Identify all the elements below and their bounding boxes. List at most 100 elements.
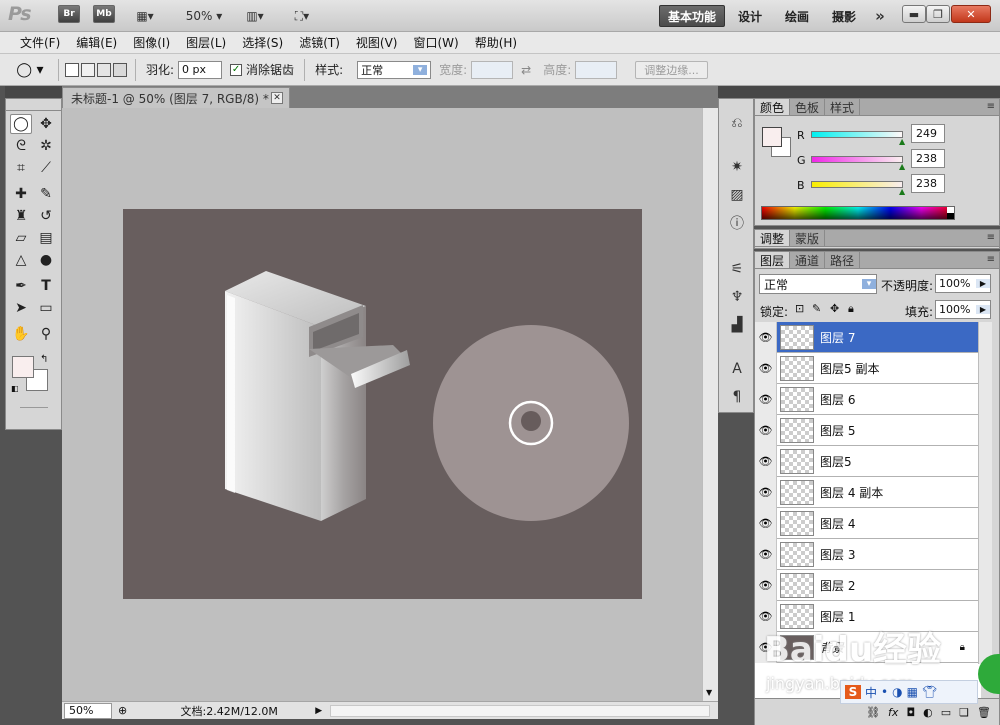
layer-row[interactable]: 👁︎ 图层 2 <box>755 569 979 601</box>
new-layer-icon[interactable]: ❏ <box>959 706 969 719</box>
marquee-tool-icon[interactable]: ◯ <box>10 114 32 134</box>
antialias-checkbox[interactable]: ✓ <box>230 63 243 76</box>
blue-channel-value[interactable]: 238 <box>911 174 945 193</box>
dodge-tool-icon[interactable]: ● <box>35 250 57 270</box>
restore-button[interactable]: ❐ <box>926 5 950 23</box>
green-slider-thumb-icon[interactable]: ▲ <box>899 162 905 171</box>
toolbar-grip[interactable] <box>5 98 62 110</box>
layer-style-icon[interactable]: fx <box>888 706 898 719</box>
tab-layers[interactable]: 图层 <box>755 252 791 268</box>
scroll-down-icon[interactable]: ▼ <box>706 688 712 697</box>
bridge-button[interactable]: Br <box>58 5 80 23</box>
toolbar-header[interactable] <box>5 86 62 98</box>
fill-arrow-icon[interactable]: ▶ <box>976 305 990 314</box>
layer-row[interactable]: 👁︎ 图层 5 <box>755 414 979 446</box>
tool-preset-picker[interactable]: ◯ ▾ <box>8 58 52 82</box>
brushes-panel-icon[interactable]: ⚟ <box>726 259 748 279</box>
menu-file[interactable]: 文件(F) <box>12 34 68 51</box>
visibility-eye-icon[interactable]: 👁︎ <box>755 538 777 570</box>
new-selection-icon[interactable] <box>65 62 79 77</box>
lock-all-icon[interactable]: 🔒︎ <box>848 302 854 316</box>
red-channel-slider[interactable] <box>811 131 903 138</box>
visibility-eye-icon[interactable]: 👁︎ <box>755 476 777 508</box>
add-mask-icon[interactable]: ◘ <box>906 706 915 719</box>
gradient-tool-icon[interactable]: ▤ <box>35 228 57 248</box>
ime-skin-icon[interactable]: 👕︎ <box>922 685 937 699</box>
layer-row[interactable]: 👁︎ 图层 4 <box>755 507 979 539</box>
opacity-arrow-icon[interactable]: ▶ <box>976 279 990 288</box>
histogram-panel-icon[interactable]: ▨ <box>726 185 748 205</box>
delete-layer-icon[interactable]: 🗑︎ <box>977 706 991 719</box>
history-brush-tool-icon[interactable]: ↺ <box>35 206 57 226</box>
shape-tool-icon[interactable]: ▭ <box>35 298 57 318</box>
history-panel-icon[interactable]: ⎌ <box>726 113 748 133</box>
document-vertical-scrollbar[interactable]: ▼ <box>702 108 718 701</box>
mini-bridge-button[interactable]: Mb <box>93 5 115 23</box>
status-info-icon[interactable]: ⊕ <box>118 704 127 717</box>
pen-tool-icon[interactable]: ✒ <box>10 276 32 296</box>
height-input[interactable] <box>575 60 618 79</box>
workspace-essentials[interactable]: 基本功能 <box>659 5 726 27</box>
tab-masks[interactable]: 蒙版 <box>790 230 826 246</box>
layer-row[interactable]: 👁︎ 图层 6 <box>755 383 979 415</box>
color-spectrum-ramp[interactable] <box>761 206 955 220</box>
zoom-tool-icon[interactable]: ⚲ <box>35 324 57 344</box>
minimize-button[interactable]: ▬ <box>902 5 926 23</box>
red-slider-thumb-icon[interactable]: ▲ <box>899 137 905 146</box>
workspace-painting[interactable]: 绘画 <box>777 5 817 27</box>
type-tool-icon[interactable]: T <box>35 276 57 296</box>
tab-paths[interactable]: 路径 <box>825 252 861 268</box>
foreground-color-swatch-top[interactable] <box>12 356 34 378</box>
tool-presets-panel-icon[interactable]: ▟ <box>726 315 748 335</box>
paragraph-panel-icon[interactable]: ¶ <box>726 387 748 407</box>
red-channel-value[interactable]: 249 <box>911 124 945 143</box>
tab-color[interactable]: 颜色 <box>755 99 791 115</box>
document-close-icon[interactable]: ✕ <box>271 92 283 104</box>
menu-layer[interactable]: 图层(L) <box>178 34 234 51</box>
blend-mode-select[interactable]: 正常 ▾ <box>759 274 877 294</box>
opacity-field[interactable]: 100% ▶ <box>935 274 991 293</box>
default-colors-icon[interactable]: ◧ <box>11 384 19 393</box>
lasso-tool-icon[interactable]: ᘓ <box>10 136 32 156</box>
layer-row[interactable]: 👁︎ 图层5 <box>755 445 979 477</box>
visibility-eye-icon[interactable]: 👁︎ <box>755 352 777 384</box>
path-selection-tool-icon[interactable]: ➤ <box>10 298 32 318</box>
add-selection-icon[interactable] <box>81 62 95 77</box>
ime-width-icon[interactable]: ◑ <box>892 685 902 699</box>
menu-select[interactable]: 选择(S) <box>234 34 291 51</box>
visibility-eye-icon[interactable]: 👁︎ <box>755 445 777 477</box>
layers-scrollbar[interactable] <box>978 322 992 664</box>
panel-menu-icon[interactable]: ≡ <box>987 101 995 112</box>
magic-wand-tool-icon[interactable]: ✲ <box>35 136 57 156</box>
menu-image[interactable]: 图像(I) <box>125 34 178 51</box>
blur-tool-icon[interactable]: △ <box>10 250 32 270</box>
feather-input[interactable]: 0 px <box>178 60 223 79</box>
link-layers-icon[interactable]: ⛓ <box>866 706 880 719</box>
refine-edge-button[interactable]: 调整边缘... <box>635 60 708 79</box>
lock-transparency-icon[interactable]: ⊡ <box>795 302 804 315</box>
eraser-tool-icon[interactable]: ▱ <box>10 228 32 248</box>
new-group-icon[interactable]: ▭ <box>941 706 951 719</box>
intersect-selection-icon[interactable] <box>113 62 127 77</box>
blue-channel-slider[interactable] <box>811 181 903 188</box>
menu-edit[interactable]: 编辑(E) <box>68 34 125 51</box>
green-channel-value[interactable]: 238 <box>911 149 945 168</box>
tab-styles[interactable]: 样式 <box>825 99 861 115</box>
close-button[interactable]: ✕ <box>951 5 991 23</box>
info-panel-icon[interactable]: ⓘ <box>726 213 748 233</box>
layer-row[interactable]: 👁︎ 图层 4 副本 <box>755 476 979 508</box>
lock-position-icon[interactable]: ✥ <box>830 302 839 315</box>
subtract-selection-icon[interactable] <box>97 62 111 77</box>
ime-punct-icon[interactable]: • <box>881 685 888 699</box>
layer-row[interactable]: 👁︎ 图层5 副本 <box>755 352 979 384</box>
canvas[interactable] <box>123 209 642 599</box>
visibility-eye-icon[interactable]: 👁︎ <box>755 383 777 415</box>
clone-stamp-tool-icon[interactable]: ♜ <box>10 206 32 226</box>
layer-row[interactable]: 👁︎ 图层 1 <box>755 600 979 632</box>
document-horizontal-scrollbar[interactable] <box>330 704 711 717</box>
ime-mode-icon[interactable]: 中 <box>865 684 877 701</box>
new-adjustment-icon[interactable]: ◐ <box>923 706 933 719</box>
arrange-documents-button[interactable]: ▥▾ <box>238 5 272 27</box>
navigator-panel-icon[interactable]: ✷ <box>726 157 748 177</box>
panel-menu-icon[interactable]: ≡ <box>987 254 995 265</box>
